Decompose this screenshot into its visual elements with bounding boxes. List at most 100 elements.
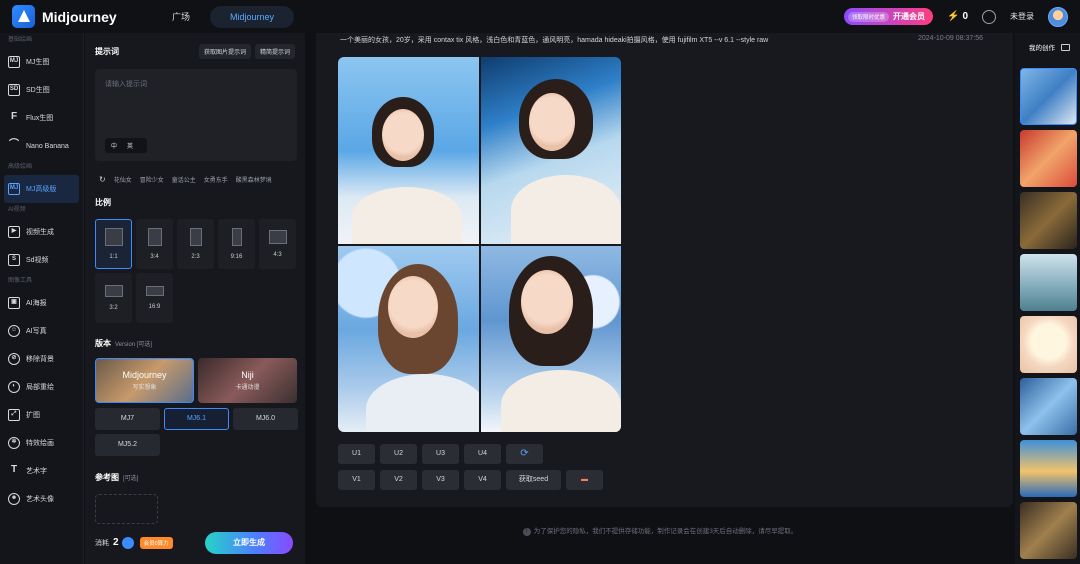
sidebar-item-nano-banana[interactable]: ⌒ Nano Banana (4, 132, 79, 160)
version-title-text: 版本 (95, 339, 111, 348)
my-creations-header[interactable]: 我的创作 (1029, 42, 1080, 52)
ratio-option-3-2[interactable]: 3:2 (95, 273, 132, 323)
sidebar: 基础绘画 MJ MJ生图 SD SD生图 F Flux生图 ⌒ Nano Banana … (0, 33, 84, 564)
sidebar-item-inpaint[interactable]: ◐ 局部重绘 (4, 373, 79, 401)
upscale-button-1[interactable]: U1 (338, 444, 375, 464)
sidebar-item-sd-video[interactable]: S Sd视频 (4, 246, 79, 274)
membership-promo-button[interactable]: 领取限时优惠 开通会员 (843, 8, 933, 25)
version-button-mj7[interactable]: MJ7 (95, 408, 160, 430)
flux-icon: F (10, 111, 18, 122)
suggestion-chip[interactable]: 花仙女 (114, 175, 132, 184)
sidebar-item-mj-pro[interactable]: MJ MJ高级版 (4, 175, 79, 203)
suggestion-chip[interactable]: 冒险少女 (140, 175, 164, 184)
variation-button-2[interactable]: V2 (380, 470, 417, 490)
version-button-mj6-1[interactable]: MJ6.1 (164, 408, 229, 430)
ratio-shape-icon (104, 228, 123, 246)
ratio-option-2-3[interactable]: 2:3 (177, 219, 214, 269)
cost-display: 消耗 2 (95, 536, 134, 550)
creation-thumbnail[interactable] (1020, 130, 1077, 187)
get-seed-button[interactable]: 获取seed (506, 470, 561, 490)
tab-midjourney[interactable]: Midjourney (210, 5, 295, 28)
ratio-option-16-9[interactable]: 16:9 (136, 273, 173, 323)
suggestion-chip[interactable]: 酸黑森林梦境 (236, 175, 272, 184)
upscale-button-3[interactable]: U3 (422, 444, 459, 464)
sidebar-item-label: Nano Banana (26, 142, 69, 150)
creation-thumbnail[interactable] (1020, 502, 1077, 559)
sidebar-item-art-text[interactable]: T 艺术字 (4, 457, 79, 485)
ratio-shape-icon (104, 285, 123, 297)
lang-en[interactable]: 英 (127, 141, 133, 150)
sidebar-item-label: SD生图 (26, 87, 50, 94)
avatar[interactable] (1048, 6, 1068, 27)
promo-join-label: 开通会员 (892, 12, 925, 21)
refine-prompt-button[interactable]: 精简提示词 (254, 43, 295, 59)
sidebar-item-label: Flux生图 (26, 115, 54, 122)
sidebar-item-portrait[interactable]: ☺ AI写真 (4, 317, 79, 345)
version-card-midjourney[interactable]: Midjourney 写实想象 (95, 358, 194, 403)
suggestion-chip[interactable]: 女勇东手 (204, 175, 228, 184)
generated-image-4[interactable] (480, 245, 621, 432)
language-toggle[interactable]: 中 英 (105, 138, 148, 153)
version-card-niji[interactable]: Niji 卡通动漫 (198, 358, 297, 403)
creation-thumbnail[interactable] (1020, 440, 1077, 497)
privacy-notice: ! 为了保护您的隐私，我们不提供存储功能，制作记录会在创建3天后自动删除，请尽早提… (305, 525, 1015, 536)
creation-thumbnail[interactable] (1020, 68, 1077, 125)
sidebar-item-video[interactable]: ▶ 视频生成 (4, 218, 79, 246)
sidebar-item-effect[interactable]: ✲ 特效绘画 (4, 429, 79, 457)
refresh-icon[interactable]: ↻ (99, 175, 106, 184)
sidebar-item-art-avatar[interactable]: ☻ 艺术头像 (4, 485, 79, 513)
login-link[interactable]: 未登录 (1010, 11, 1034, 22)
generated-image-grid[interactable] (338, 57, 621, 432)
get-image-prompt-button[interactable]: 获取图片提示词 (198, 43, 251, 59)
sidebar-section-title: 图像工具 (8, 278, 33, 284)
reference-image-upload[interactable] (95, 494, 158, 524)
ratio-option-3-4[interactable]: 3:4 (136, 219, 173, 269)
ratio-shape-icon (268, 230, 287, 244)
generate-button[interactable]: 立即生成 (205, 532, 293, 554)
reroll-icon[interactable]: ⟳ (506, 444, 543, 464)
effect-icon: ✲ (8, 437, 20, 449)
generated-image-3[interactable] (338, 245, 479, 432)
ratio-option-1-1[interactable]: 1:1 (95, 219, 132, 269)
ratio-option-9-16[interactable]: 9:16 (218, 219, 255, 269)
sidebar-item-flux[interactable]: F Flux生图 (4, 104, 79, 132)
creation-thumbnail[interactable] (1020, 378, 1077, 435)
sidebar-item-sd[interactable]: SD SD生图 (4, 76, 79, 104)
version-button-mj6-0[interactable]: MJ6.0 (233, 408, 298, 430)
variation-button-3[interactable]: V3 (422, 470, 459, 490)
suggestion-chip[interactable]: 童话公主 (172, 175, 196, 184)
points-display[interactable]: ⚡ 0 (947, 11, 968, 22)
generated-image-1[interactable] (338, 57, 479, 244)
portrait-icon: ☺ (8, 325, 20, 337)
tab-plaza[interactable]: 广场 (160, 4, 202, 29)
version-button-mj5-2[interactable]: MJ5.2 (95, 434, 160, 456)
sidebar-item-mj[interactable]: MJ MJ生图 (4, 48, 79, 76)
creation-thumbnail[interactable] (1020, 316, 1077, 373)
cost-value: 2 (113, 536, 119, 548)
face-shape (528, 93, 575, 151)
sidebar-item-expand[interactable]: ⤢ 扩图 (4, 401, 79, 429)
app-logo[interactable]: Midjourney (12, 5, 117, 28)
ratio-title: 比例 (95, 198, 111, 207)
cost-label: 消耗 (95, 539, 109, 547)
creation-thumbnail[interactable] (1020, 254, 1077, 311)
ratio-shape-icon (147, 228, 162, 246)
variation-button-1[interactable]: V1 (338, 470, 375, 490)
sidebar-item-poster[interactable]: ▣ AI海报 (4, 289, 79, 317)
generated-image-2[interactable] (480, 57, 621, 244)
sidebar-item-remove-bg[interactable]: ⊘ 移除背景 (4, 345, 79, 373)
share-icon[interactable]: ▬ (566, 470, 603, 490)
ratio-label: 2:3 (191, 254, 200, 260)
upscale-button-2[interactable]: U2 (380, 444, 417, 464)
result-prompt: 一个美丽的女孩，20岁，采用 contax tix 风格，浅白色和青蓝色，通风明… (340, 37, 769, 44)
ratio-option-4-3[interactable]: 4:3 (259, 219, 296, 269)
expand-icon: ⤢ (8, 409, 20, 421)
ratio-label: 9:16 (230, 254, 243, 260)
variation-button-4[interactable]: V4 (464, 470, 501, 490)
ratio-label: 4:3 (273, 252, 282, 258)
prompt-input[interactable]: 请输入提示词 中 英 (95, 69, 297, 161)
headset-icon[interactable] (982, 9, 996, 24)
upscale-button-4[interactable]: U4 (464, 444, 501, 464)
lang-zh[interactable]: 中 (111, 141, 117, 150)
creation-thumbnail[interactable] (1020, 192, 1077, 249)
